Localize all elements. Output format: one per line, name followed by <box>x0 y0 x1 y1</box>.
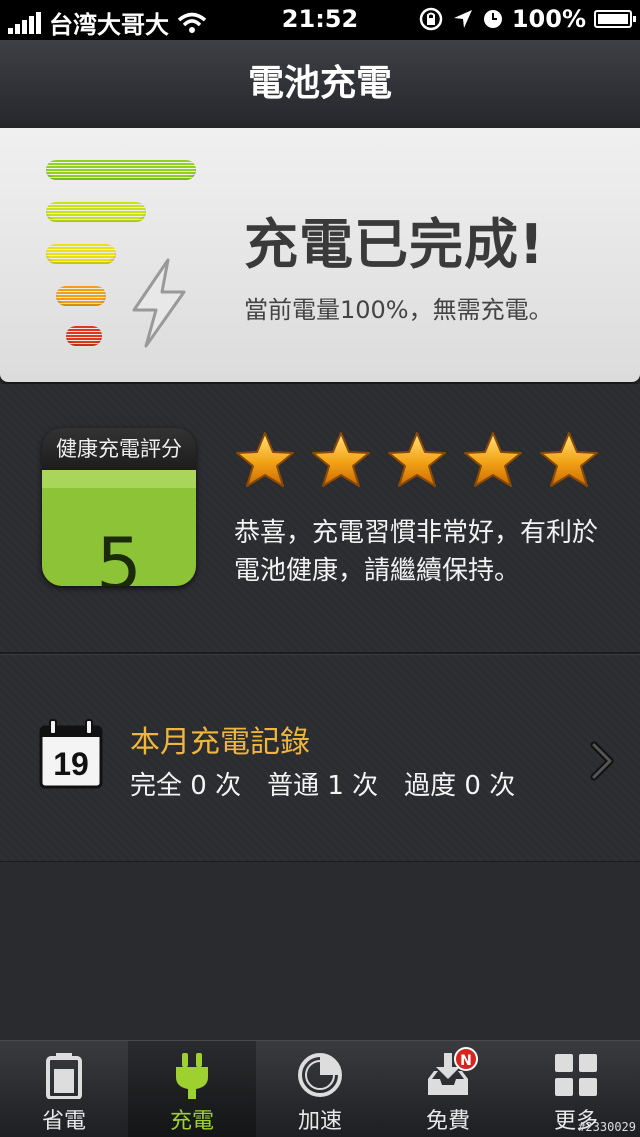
battery-level-bar <box>46 160 196 180</box>
nav-bar: 電池充電 <box>0 40 640 130</box>
page-title: 電池充電 <box>247 63 392 104</box>
battery-icon <box>46 1053 82 1099</box>
tab-save-power[interactable]: 省電 <box>0 1041 128 1137</box>
battery-percent: 100% <box>511 5 586 33</box>
battery-level-bar <box>46 244 116 264</box>
stat-over: 過度 0 次 <box>404 771 516 801</box>
monthly-record-row[interactable]: 19 本月充電記錄 完全 0 次 普通 1 次 過度 0 次 <box>0 654 640 863</box>
rotation-lock-icon <box>419 7 443 31</box>
status-bar: 台湾大哥大 21:52 100% <box>0 0 640 40</box>
tab-label: 加速 <box>297 1109 342 1134</box>
battery-level-bar <box>56 286 106 306</box>
status-right: 100% <box>418 5 636 33</box>
stat-full: 完全 0 次 <box>130 771 242 801</box>
monthly-record-stats: 完全 0 次 普通 1 次 過度 0 次 <box>130 765 515 802</box>
monthly-record-title: 本月充電記錄 <box>130 725 310 760</box>
stat-normal: 普通 1 次 <box>267 771 379 801</box>
chevron-right-icon[interactable] <box>588 741 616 781</box>
star-icon <box>464 432 522 487</box>
tab-label: 免費 <box>425 1109 470 1134</box>
health-score-value: 5 <box>96 522 142 586</box>
battery-level-bar <box>46 202 146 222</box>
star-icon <box>236 432 294 487</box>
alarm-icon <box>483 10 502 28</box>
watermark: #2330029 <box>578 1120 636 1134</box>
lightning-bolt-icon <box>132 258 186 348</box>
charge-status-panel: 充電已完成! 當前電量100%，無需充電。 <box>0 128 640 382</box>
star-icon <box>312 432 370 487</box>
pie-icon <box>298 1053 342 1097</box>
calendar-day: 19 <box>53 746 89 782</box>
plug-icon <box>176 1053 208 1099</box>
charge-status-title: 充電已完成! <box>244 213 545 276</box>
score-card-body: 5 <box>42 470 196 586</box>
grid-icon <box>555 1054 597 1096</box>
score-card-title: 健康充電評分 <box>42 428 196 470</box>
star-icon <box>540 432 598 487</box>
tab-speedup[interactable]: 加速 <box>256 1041 384 1137</box>
tab-label: 充電 <box>169 1109 214 1134</box>
tab-free[interactable]: N 免費 <box>384 1041 512 1137</box>
battery-level-bar <box>66 326 102 346</box>
tab-charge[interactable]: 充電 <box>128 1041 256 1137</box>
rating-stars <box>234 430 600 490</box>
charge-status-subtitle: 當前電量100%，無需充電。 <box>244 296 553 324</box>
tab-bar: 省電 充電 加速 N 免費 更多 <box>0 1040 640 1137</box>
health-message: 恭喜，充電習慣非常好，有利於電池健康，請繼續保持。 <box>234 518 599 586</box>
new-badge: N <box>454 1047 478 1071</box>
star-icon <box>388 432 446 487</box>
health-score-section: 健康充電評分 5 恭喜，充電習慣非常好，有利於電池健康，請繼續保持。 <box>0 384 640 654</box>
calendar-icon: 19 <box>39 719 103 789</box>
battery-status-icon <box>594 10 636 28</box>
content-empty-area <box>0 862 640 1040</box>
health-score-card: 健康充電評分 5 <box>42 428 196 586</box>
location-icon <box>453 10 472 28</box>
tab-label: 省電 <box>41 1109 86 1134</box>
